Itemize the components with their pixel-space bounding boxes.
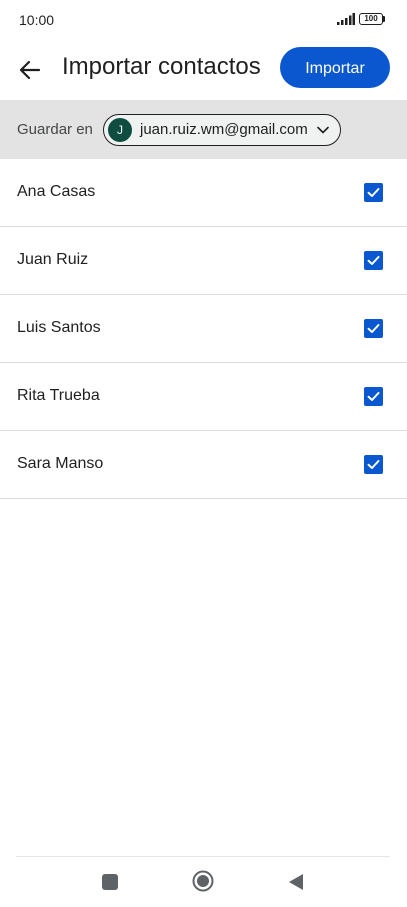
circle-icon[interactable] — [192, 870, 214, 892]
contact-list: Ana Casas Juan Ruiz Luis Santos Rita Tru… — [0, 159, 407, 499]
contact-name: Sara Manso — [17, 455, 104, 472]
checkmark-icon — [367, 392, 380, 401]
account-email: juan.ruiz.wm@gmail.com — [140, 121, 308, 138]
page-title: Importar contactos — [62, 53, 261, 80]
save-destination-bar: Guardar en J juan.ruiz.wm@gmail.com — [0, 100, 407, 159]
list-item[interactable]: Rita Trueba — [0, 363, 407, 431]
status-bar: 10:00 100 — [0, 0, 407, 40]
account-selector[interactable]: J juan.ruiz.wm@gmail.com — [103, 114, 341, 146]
list-item[interactable]: Luis Santos — [0, 295, 407, 363]
contact-checkbox[interactable] — [364, 319, 383, 338]
contact-checkbox[interactable] — [364, 455, 383, 474]
contact-name: Juan Ruiz — [17, 251, 89, 268]
status-time: 10:00 — [19, 12, 55, 28]
chevron-down-icon — [317, 126, 329, 134]
checkmark-icon — [367, 460, 380, 469]
checkmark-icon — [367, 324, 380, 333]
list-item[interactable]: Juan Ruiz — [0, 227, 407, 295]
square-icon[interactable] — [102, 874, 118, 890]
checkmark-icon — [367, 188, 380, 197]
contact-checkbox[interactable] — [364, 387, 383, 406]
battery-level: 100 — [364, 14, 378, 23]
avatar: J — [108, 118, 132, 142]
contact-name: Ana Casas — [17, 183, 96, 200]
app-bar: Importar contactos Importar — [0, 42, 407, 98]
battery-icon: 100 — [359, 13, 386, 25]
contact-checkbox[interactable] — [364, 183, 383, 202]
contact-checkbox[interactable] — [364, 251, 383, 270]
system-navigation-bar — [16, 856, 390, 907]
signal-bars-icon — [337, 13, 355, 25]
contact-name: Luis Santos — [17, 319, 101, 336]
save-to-label: Guardar en — [17, 121, 93, 138]
contact-name: Rita Trueba — [17, 387, 100, 404]
import-button[interactable]: Importar — [280, 47, 390, 88]
list-item[interactable]: Sara Manso — [0, 431, 407, 499]
checkmark-icon — [367, 256, 380, 265]
triangle-back-icon[interactable] — [287, 872, 305, 892]
list-item[interactable]: Ana Casas — [0, 159, 407, 227]
arrow-left-icon[interactable] — [14, 54, 46, 86]
